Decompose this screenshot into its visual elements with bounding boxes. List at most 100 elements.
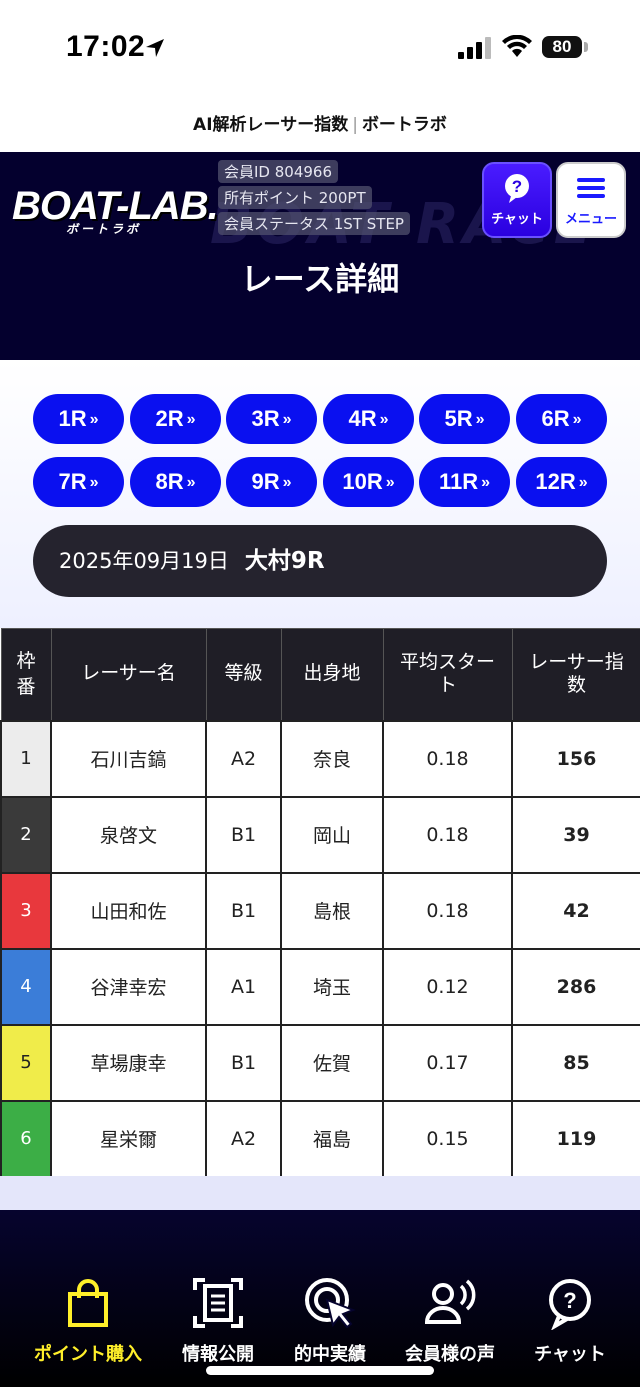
svg-text:?: ? xyxy=(563,1288,576,1313)
header-racer-score: レーサー指数 xyxy=(511,628,640,721)
racer-origin: 島根 xyxy=(280,871,384,950)
race-button-5r[interactable]: 5R» xyxy=(419,394,510,444)
battery-tip xyxy=(584,42,588,52)
double-chevron-right-icon: » xyxy=(481,474,491,491)
frame-number: 4 xyxy=(0,947,52,1026)
header-frame: 枠番 xyxy=(0,628,52,721)
race-button-1r[interactable]: 1R» xyxy=(33,394,124,444)
race-button-label: 10R xyxy=(342,469,383,494)
svg-text:?: ? xyxy=(512,177,522,196)
racer-score: 42 xyxy=(511,871,640,950)
racer-grade: B1 xyxy=(205,1023,282,1102)
racer-origin: 福島 xyxy=(280,1099,384,1178)
target-click-icon xyxy=(305,1278,356,1329)
status-time: 17:02 xyxy=(66,30,146,63)
racer-name: 山田和佐 xyxy=(50,871,207,950)
double-chevron-right-icon: » xyxy=(379,411,389,428)
frame-number: 5 xyxy=(0,1023,52,1102)
header-avg-start: 平均スタート xyxy=(382,628,513,721)
race-button-label: 11R xyxy=(438,469,479,494)
cellular-signal-icon xyxy=(458,37,491,59)
table-row: 2 泉啓文 B1 岡山 0.18 39 xyxy=(0,795,640,874)
menu-button-label: メニュー xyxy=(564,212,617,227)
racer-table: 枠番 レーサー名 等級 出身地 平均スタート レーサー指数 1 石川吉鎬 A2 奈良 0… xyxy=(0,628,640,1178)
nav-chat[interactable]: ? チャット xyxy=(506,1276,634,1366)
racer-score: 119 xyxy=(511,1099,640,1178)
racer-grade: A1 xyxy=(205,947,282,1026)
racer-name: 星栄爾 xyxy=(50,1099,207,1178)
race-button-label: 5R xyxy=(444,406,473,431)
avg-start: 0.18 xyxy=(382,871,513,950)
wifi-icon xyxy=(502,35,532,57)
race-button-2r[interactable]: 2R» xyxy=(130,394,221,444)
table-row: 4 谷津幸宏 A1 埼玉 0.12 286 xyxy=(0,947,640,1026)
table-row: 6 星栄爾 A2 福島 0.15 119 xyxy=(0,1099,640,1178)
double-chevron-right-icon: » xyxy=(475,411,485,428)
race-button-3r[interactable]: 3R» xyxy=(226,394,317,444)
app-header: BOAT RACE BOAT-LAB. ボートラボ 会員ID 804966 所有… xyxy=(0,152,640,360)
double-chevron-right-icon: » xyxy=(385,474,395,491)
chat-button-label: チャット xyxy=(491,212,543,227)
table-row: 5 草場康幸 B1 佐賀 0.17 85 xyxy=(0,1023,640,1102)
site-title-main: AI解析レーサー指数 xyxy=(193,115,349,135)
avg-start: 0.18 xyxy=(382,719,513,798)
nav-label: 会員様の声 xyxy=(405,1344,495,1365)
member-id: 会員ID 804966 xyxy=(218,160,339,183)
double-chevron-right-icon: » xyxy=(186,411,196,428)
site-title-brand: ボートラボ xyxy=(361,115,447,135)
battery-indicator: 80 xyxy=(542,36,582,58)
race-button-label: 8R xyxy=(155,469,184,494)
nav-member-voices[interactable]: 会員様の声 xyxy=(386,1276,514,1366)
nav-point-purchase[interactable]: ポイント購入 xyxy=(24,1276,152,1366)
racer-score: 286 xyxy=(511,947,640,1026)
avg-start: 0.17 xyxy=(382,1023,513,1102)
racer-name: 泉啓文 xyxy=(50,795,207,874)
frame-number: 3 xyxy=(0,871,52,950)
double-chevron-right-icon: » xyxy=(186,474,196,491)
frame-number: 2 xyxy=(0,795,52,874)
nav-hit-results[interactable]: 的中実績 xyxy=(266,1276,394,1366)
table-header-row: 枠番 レーサー名 等級 出身地 平均スタート レーサー指数 xyxy=(0,628,640,721)
title-separator: | xyxy=(352,115,358,135)
racer-name: 草場康幸 xyxy=(50,1023,207,1102)
member-status: 会員ステータス 1ST STEP xyxy=(218,212,410,235)
table-row: 1 石川吉鎬 A2 奈良 0.18 156 xyxy=(0,719,640,798)
document-scan-icon xyxy=(193,1278,243,1328)
racer-score: 156 xyxy=(511,719,640,798)
double-chevron-right-icon: » xyxy=(282,474,292,491)
race-button-label: 4R xyxy=(348,406,377,431)
race-button-6r[interactable]: 6R» xyxy=(516,394,607,444)
location-arrow-icon xyxy=(146,39,164,57)
race-button-7r[interactable]: 7R» xyxy=(33,457,124,507)
racer-grade: B1 xyxy=(205,795,282,874)
menu-button[interactable]: メニュー xyxy=(556,162,626,238)
member-points: 所有ポイント 200PT xyxy=(218,186,372,209)
chat-button[interactable]: ? チャット xyxy=(482,162,552,238)
site-title: AI解析レーサー指数 | ボートラボ xyxy=(0,110,640,140)
home-indicator[interactable] xyxy=(206,1366,434,1375)
race-button-label: 9R xyxy=(251,469,280,494)
table-row: 3 山田和佐 B1 島根 0.18 42 xyxy=(0,871,640,950)
race-button-9r[interactable]: 9R» xyxy=(226,457,317,507)
race-button-11r[interactable]: 11R» xyxy=(419,457,510,507)
chat-help-icon: ? xyxy=(505,174,529,203)
race-button-4r[interactable]: 4R» xyxy=(323,394,414,444)
race-button-label: 3R xyxy=(251,406,280,431)
page-title: レース詳細 xyxy=(240,260,400,298)
racer-name: 石川吉鎬 xyxy=(50,719,207,798)
racer-grade: B1 xyxy=(205,871,282,950)
race-button-label: 12R xyxy=(535,469,576,494)
race-button-12r[interactable]: 12R» xyxy=(516,457,607,507)
hamburger-menu-icon xyxy=(577,178,605,198)
nav-info-release[interactable]: 情報公開 xyxy=(154,1276,282,1366)
race-button-10r[interactable]: 10R» xyxy=(323,457,414,507)
racer-score: 39 xyxy=(511,795,640,874)
logo-subtitle: ボートラボ xyxy=(66,222,142,236)
racer-origin: 佐賀 xyxy=(280,1023,384,1102)
voice-user-icon xyxy=(424,1279,476,1324)
race-button-8r[interactable]: 8R» xyxy=(130,457,221,507)
avg-start: 0.15 xyxy=(382,1099,513,1178)
double-chevron-right-icon: » xyxy=(572,411,582,428)
bottom-nav: ポイント購入 情報公開 的中実績 会員様の声 ? チャット xyxy=(0,1210,640,1387)
race-button-label: 7R xyxy=(58,469,87,494)
